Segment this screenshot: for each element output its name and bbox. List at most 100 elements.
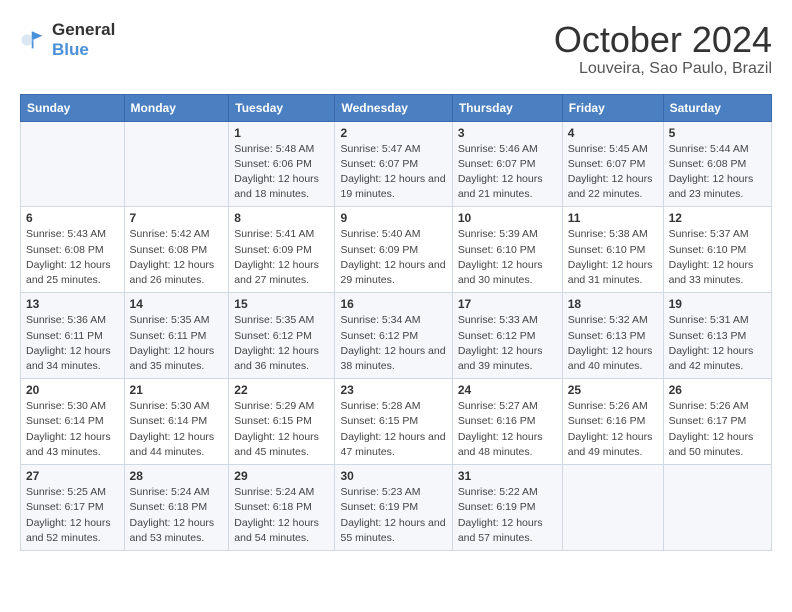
day-number: 22 [234,383,329,397]
page-header: General Blue October 2024 Louveira, Sao … [20,20,772,78]
calendar-cell: 28 Sunrise: 5:24 AM Sunset: 6:18 PM Dayl… [124,465,229,551]
weekday-header-row: SundayMondayTuesdayWednesdayThursdayFrid… [21,94,772,121]
day-detail: Sunrise: 5:45 AM Sunset: 6:07 PM Dayligh… [568,142,658,203]
calendar-cell: 12 Sunrise: 5:37 AM Sunset: 6:10 PM Dayl… [663,207,771,293]
day-detail: Sunrise: 5:46 AM Sunset: 6:07 PM Dayligh… [458,142,557,203]
day-number: 19 [669,297,766,311]
day-number: 28 [130,469,224,483]
calendar-cell: 23 Sunrise: 5:28 AM Sunset: 6:15 PM Dayl… [335,379,452,465]
calendar-cell: 19 Sunrise: 5:31 AM Sunset: 6:13 PM Dayl… [663,293,771,379]
calendar-cell: 8 Sunrise: 5:41 AM Sunset: 6:09 PM Dayli… [229,207,335,293]
day-detail: Sunrise: 5:24 AM Sunset: 6:18 PM Dayligh… [234,485,329,546]
weekday-header-monday: Monday [124,94,229,121]
weekday-header-friday: Friday [562,94,663,121]
day-detail: Sunrise: 5:30 AM Sunset: 6:14 PM Dayligh… [26,399,119,460]
calendar-cell: 13 Sunrise: 5:36 AM Sunset: 6:11 PM Dayl… [21,293,125,379]
day-number: 4 [568,126,658,140]
day-detail: Sunrise: 5:23 AM Sunset: 6:19 PM Dayligh… [340,485,446,546]
day-detail: Sunrise: 5:42 AM Sunset: 6:08 PM Dayligh… [130,227,224,288]
calendar-cell: 5 Sunrise: 5:44 AM Sunset: 6:08 PM Dayli… [663,121,771,207]
day-number: 9 [340,211,446,225]
weekday-header-tuesday: Tuesday [229,94,335,121]
day-detail: Sunrise: 5:40 AM Sunset: 6:09 PM Dayligh… [340,227,446,288]
weekday-header-sunday: Sunday [21,94,125,121]
day-detail: Sunrise: 5:37 AM Sunset: 6:10 PM Dayligh… [669,227,766,288]
day-detail: Sunrise: 5:43 AM Sunset: 6:08 PM Dayligh… [26,227,119,288]
logo-text: General Blue [52,20,115,59]
calendar-cell: 1 Sunrise: 5:48 AM Sunset: 6:06 PM Dayli… [229,121,335,207]
day-number: 12 [669,211,766,225]
calendar-cell: 16 Sunrise: 5:34 AM Sunset: 6:12 PM Dayl… [335,293,452,379]
month-title: October 2024 [554,20,772,60]
day-number: 2 [340,126,446,140]
logo-icon [20,26,48,54]
weekday-header-thursday: Thursday [452,94,562,121]
day-detail: Sunrise: 5:35 AM Sunset: 6:12 PM Dayligh… [234,313,329,374]
calendar-cell: 20 Sunrise: 5:30 AM Sunset: 6:14 PM Dayl… [21,379,125,465]
calendar-cell: 27 Sunrise: 5:25 AM Sunset: 6:17 PM Dayl… [21,465,125,551]
calendar-cell: 26 Sunrise: 5:26 AM Sunset: 6:17 PM Dayl… [663,379,771,465]
day-number: 26 [669,383,766,397]
calendar-table: SundayMondayTuesdayWednesdayThursdayFrid… [20,94,772,551]
calendar-cell: 7 Sunrise: 5:42 AM Sunset: 6:08 PM Dayli… [124,207,229,293]
calendar-cell: 4 Sunrise: 5:45 AM Sunset: 6:07 PM Dayli… [562,121,663,207]
day-number: 10 [458,211,557,225]
day-number: 1 [234,126,329,140]
day-number: 11 [568,211,658,225]
day-detail: Sunrise: 5:44 AM Sunset: 6:08 PM Dayligh… [669,142,766,203]
day-detail: Sunrise: 5:27 AM Sunset: 6:16 PM Dayligh… [458,399,557,460]
day-number: 20 [26,383,119,397]
day-detail: Sunrise: 5:22 AM Sunset: 6:19 PM Dayligh… [458,485,557,546]
day-detail: Sunrise: 5:30 AM Sunset: 6:14 PM Dayligh… [130,399,224,460]
day-detail: Sunrise: 5:25 AM Sunset: 6:17 PM Dayligh… [26,485,119,546]
day-number: 3 [458,126,557,140]
calendar-cell: 30 Sunrise: 5:23 AM Sunset: 6:19 PM Dayl… [335,465,452,551]
day-number: 17 [458,297,557,311]
calendar-cell: 11 Sunrise: 5:38 AM Sunset: 6:10 PM Dayl… [562,207,663,293]
calendar-cell: 10 Sunrise: 5:39 AM Sunset: 6:10 PM Dayl… [452,207,562,293]
calendar-week-row: 6 Sunrise: 5:43 AM Sunset: 6:08 PM Dayli… [21,207,772,293]
calendar-cell: 14 Sunrise: 5:35 AM Sunset: 6:11 PM Dayl… [124,293,229,379]
calendar-cell [663,465,771,551]
day-number: 29 [234,469,329,483]
calendar-week-row: 20 Sunrise: 5:30 AM Sunset: 6:14 PM Dayl… [21,379,772,465]
calendar-week-row: 1 Sunrise: 5:48 AM Sunset: 6:06 PM Dayli… [21,121,772,207]
day-detail: Sunrise: 5:41 AM Sunset: 6:09 PM Dayligh… [234,227,329,288]
day-number: 14 [130,297,224,311]
day-number: 8 [234,211,329,225]
calendar-cell: 6 Sunrise: 5:43 AM Sunset: 6:08 PM Dayli… [21,207,125,293]
calendar-cell [124,121,229,207]
weekday-header-wednesday: Wednesday [335,94,452,121]
day-detail: Sunrise: 5:32 AM Sunset: 6:13 PM Dayligh… [568,313,658,374]
day-detail: Sunrise: 5:47 AM Sunset: 6:07 PM Dayligh… [340,142,446,203]
day-number: 31 [458,469,557,483]
day-number: 30 [340,469,446,483]
day-detail: Sunrise: 5:34 AM Sunset: 6:12 PM Dayligh… [340,313,446,374]
calendar-cell: 9 Sunrise: 5:40 AM Sunset: 6:09 PM Dayli… [335,207,452,293]
day-detail: Sunrise: 5:39 AM Sunset: 6:10 PM Dayligh… [458,227,557,288]
day-number: 24 [458,383,557,397]
day-number: 6 [26,211,119,225]
calendar-cell: 17 Sunrise: 5:33 AM Sunset: 6:12 PM Dayl… [452,293,562,379]
day-detail: Sunrise: 5:38 AM Sunset: 6:10 PM Dayligh… [568,227,658,288]
weekday-header-saturday: Saturday [663,94,771,121]
calendar-week-row: 13 Sunrise: 5:36 AM Sunset: 6:11 PM Dayl… [21,293,772,379]
calendar-cell: 24 Sunrise: 5:27 AM Sunset: 6:16 PM Dayl… [452,379,562,465]
calendar-cell [21,121,125,207]
calendar-cell [562,465,663,551]
day-detail: Sunrise: 5:24 AM Sunset: 6:18 PM Dayligh… [130,485,224,546]
day-number: 23 [340,383,446,397]
calendar-cell: 22 Sunrise: 5:29 AM Sunset: 6:15 PM Dayl… [229,379,335,465]
calendar-cell: 29 Sunrise: 5:24 AM Sunset: 6:18 PM Dayl… [229,465,335,551]
calendar-cell: 25 Sunrise: 5:26 AM Sunset: 6:16 PM Dayl… [562,379,663,465]
day-number: 25 [568,383,658,397]
calendar-cell: 21 Sunrise: 5:30 AM Sunset: 6:14 PM Dayl… [124,379,229,465]
day-detail: Sunrise: 5:33 AM Sunset: 6:12 PM Dayligh… [458,313,557,374]
day-detail: Sunrise: 5:31 AM Sunset: 6:13 PM Dayligh… [669,313,766,374]
calendar-week-row: 27 Sunrise: 5:25 AM Sunset: 6:17 PM Dayl… [21,465,772,551]
calendar-cell: 18 Sunrise: 5:32 AM Sunset: 6:13 PM Dayl… [562,293,663,379]
day-number: 18 [568,297,658,311]
day-number: 15 [234,297,329,311]
day-number: 7 [130,211,224,225]
day-number: 13 [26,297,119,311]
